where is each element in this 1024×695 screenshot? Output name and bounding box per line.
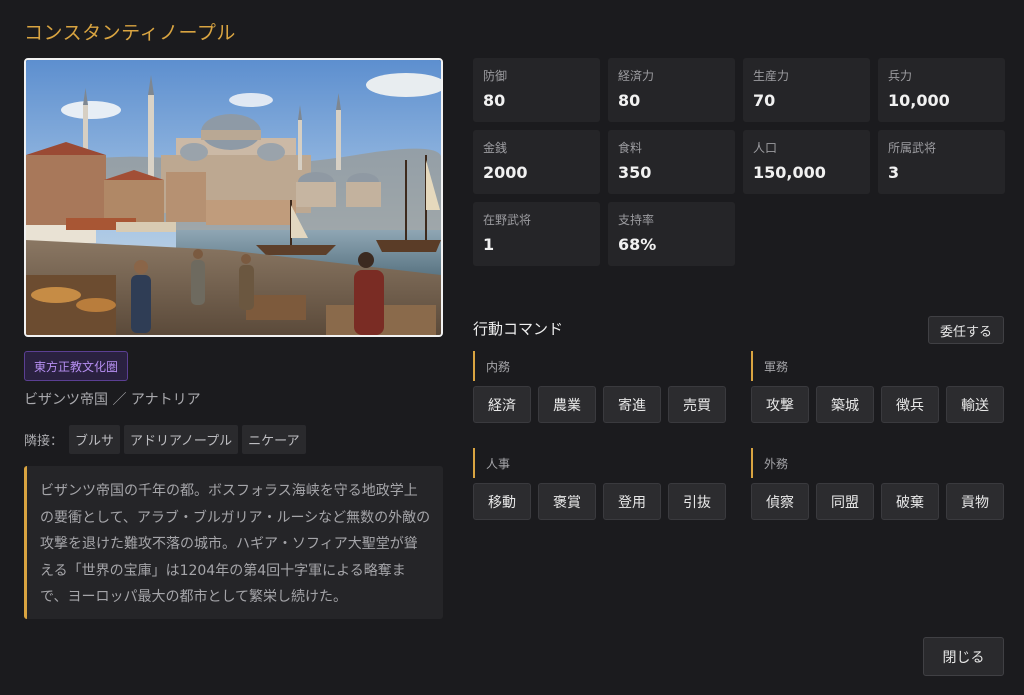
stat-label: 生産力 [753, 69, 790, 83]
city-description: ビザンツ帝国の千年の都。ボスフォラス海峡を守る地政学上の要衝として、アラブ・ブル… [24, 466, 443, 619]
group-label: 内務 [473, 351, 726, 381]
command-button[interactable]: 褒賞 [538, 483, 596, 520]
command-group-personnel: 人事 移動 褒賞 登用 引抜 [473, 448, 726, 520]
stat-value: 1 [483, 235, 495, 254]
stat-card: 防御 80 [473, 58, 600, 122]
stat-label: 金銭 [483, 141, 508, 155]
stat-value: 3 [888, 163, 900, 182]
stat-card: 食料 350 [608, 130, 735, 194]
stat-label: 在野武将 [483, 213, 532, 227]
city-title: コンスタンティノープル [24, 22, 236, 44]
stat-label: 支持率 [618, 213, 655, 227]
command-button[interactable]: 経済 [473, 386, 531, 423]
delegate-button[interactable]: 委任する [928, 316, 1004, 344]
stat-label: 人口 [753, 141, 778, 155]
command-button[interactable]: 破棄 [881, 483, 939, 520]
command-button[interactable]: 偵察 [751, 483, 809, 520]
close-button[interactable]: 閉じる [923, 637, 1004, 676]
command-button[interactable]: 登用 [603, 483, 661, 520]
city-image [24, 58, 443, 337]
stat-card: 経済力 80 [608, 58, 735, 122]
commands-title: 行動コマンド [473, 320, 564, 338]
stat-value: 68% [618, 235, 657, 254]
adjacent-city-chip[interactable]: アドリアノープル [124, 425, 239, 454]
stat-value: 350 [618, 163, 652, 182]
command-button[interactable]: 引抜 [668, 483, 726, 520]
stat-value: 10,000 [888, 91, 950, 110]
stat-value: 150,000 [753, 163, 826, 182]
region-label: ビザンツ帝国 ／ アナトリア [24, 392, 201, 408]
stat-value: 2000 [483, 163, 528, 182]
adjacent-city-chip[interactable]: ブルサ [69, 425, 121, 454]
stat-label: 兵力 [888, 69, 913, 83]
stat-card: 在野武将 1 [473, 202, 600, 266]
command-button[interactable]: 農業 [538, 386, 596, 423]
group-label: 軍務 [751, 351, 1004, 381]
command-button[interactable]: 貢物 [946, 483, 1004, 520]
stat-card: 兵力 10,000 [878, 58, 1005, 122]
command-button[interactable]: 売買 [668, 386, 726, 423]
group-label: 外務 [751, 448, 1004, 478]
stat-card: 所属武将 3 [878, 130, 1005, 194]
adjacent-cities: 隣接： ブルサ アドリアノープル ニケーア [24, 425, 306, 454]
command-group-diplomacy: 外務 偵察 同盟 破棄 貢物 [751, 448, 1004, 520]
stat-value: 70 [753, 91, 776, 110]
command-button[interactable]: 築城 [816, 386, 874, 423]
group-label: 人事 [473, 448, 726, 478]
stat-card: 支持率 68% [608, 202, 735, 266]
command-button[interactable]: 輸送 [946, 386, 1004, 423]
command-button[interactable]: 寄進 [603, 386, 661, 423]
stat-card: 人口 150,000 [743, 130, 870, 194]
command-button[interactable]: 移動 [473, 483, 531, 520]
stat-label: 食料 [618, 141, 643, 155]
stat-label: 経済力 [618, 69, 655, 83]
stat-label: 所属武将 [888, 141, 937, 155]
stat-label: 防御 [483, 69, 508, 83]
command-button[interactable]: 同盟 [816, 483, 874, 520]
stat-value: 80 [618, 91, 641, 110]
stat-card: 生産力 70 [743, 58, 870, 122]
adjacent-city-chip[interactable]: ニケーア [242, 425, 306, 454]
command-button[interactable]: 攻撃 [751, 386, 809, 423]
command-group-domestic: 内務 経済 農業 寄進 売買 [473, 351, 726, 423]
culture-badge: 東方正教文化圏 [24, 351, 129, 381]
adjacent-label: 隣接： [24, 434, 64, 449]
stat-value: 80 [483, 91, 506, 110]
stat-card: 金銭 2000 [473, 130, 600, 194]
command-button[interactable]: 徴兵 [881, 386, 939, 423]
command-group-military: 軍務 攻撃 築城 徴兵 輸送 [751, 351, 1004, 423]
stats-grid: 防御 80 経済力 80 生産力 70 兵力 10,000 金銭 2000 食料… [473, 58, 1005, 266]
